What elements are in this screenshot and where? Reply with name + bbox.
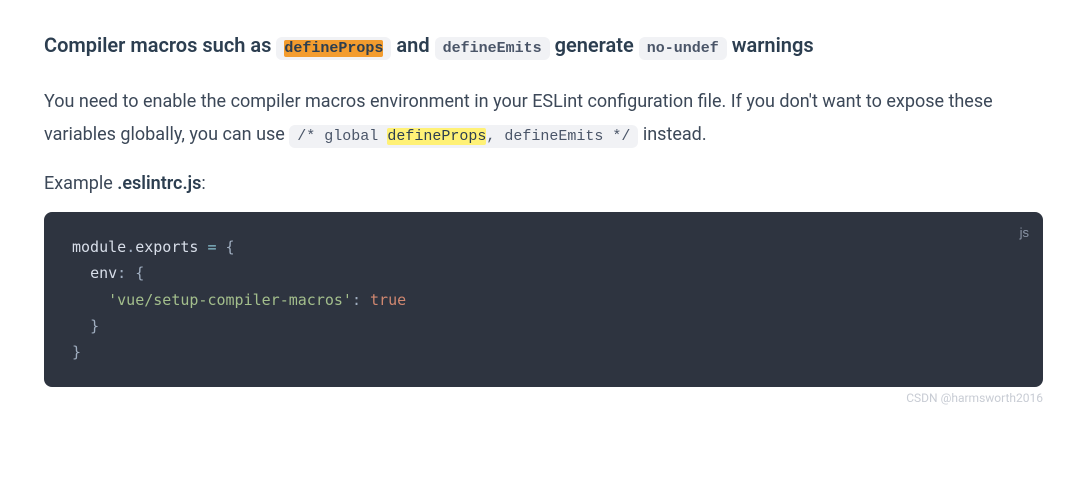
example-suffix: :	[201, 173, 205, 194]
tok-string: 'vue/setup-compiler-macros'	[108, 291, 352, 309]
highlight-orange: defineProps	[284, 40, 383, 57]
inline-code-comment: /* global defineProps, defineEmits */	[289, 125, 638, 148]
tok-exports: exports	[135, 238, 198, 256]
heading-text: generate	[555, 33, 639, 57]
tok-colon: :	[117, 264, 135, 282]
example-label: Example .eslintrc.js:	[44, 173, 1043, 194]
description-paragraph: You need to enable the compiler macros e…	[44, 85, 1043, 152]
tok-brace: {	[135, 264, 144, 282]
tok-colon: :	[352, 291, 370, 309]
heading-text: warnings	[732, 33, 814, 57]
heading-text: Compiler macros such as	[44, 33, 276, 57]
inline-code-defineprops: defineProps	[276, 37, 391, 60]
inline-code-defineemits: defineEmits	[435, 37, 550, 60]
watermark: CSDN @harmsworth2016	[44, 391, 1043, 405]
tok-dot: .	[126, 238, 135, 256]
tok-module: module	[72, 238, 126, 256]
section-heading: Compiler macros such as defineProps and …	[44, 30, 1043, 61]
tok-brace: {	[226, 238, 235, 256]
tok-brace: }	[90, 317, 99, 335]
tok-eq: =	[198, 238, 225, 256]
code-pre: module.exports = { env: { 'vue/setup-com…	[72, 234, 1015, 365]
code-language-label: js	[1020, 222, 1029, 245]
tok-env: env	[90, 264, 117, 282]
highlight-yellow: defineProps	[387, 128, 486, 145]
comment-open: /* global	[297, 128, 387, 145]
heading-text: and	[396, 33, 434, 57]
comment-rest: , defineEmits */	[486, 128, 630, 145]
example-filename: .eslintrc.js	[117, 173, 201, 194]
tok-brace: }	[72, 343, 81, 361]
code-block: js module.exports = { env: { 'vue/setup-…	[44, 212, 1043, 387]
tok-true: true	[370, 291, 406, 309]
example-prefix: Example	[44, 173, 117, 194]
paragraph-text: instead.	[643, 124, 707, 145]
inline-code-noundef: no-undef	[639, 37, 727, 60]
